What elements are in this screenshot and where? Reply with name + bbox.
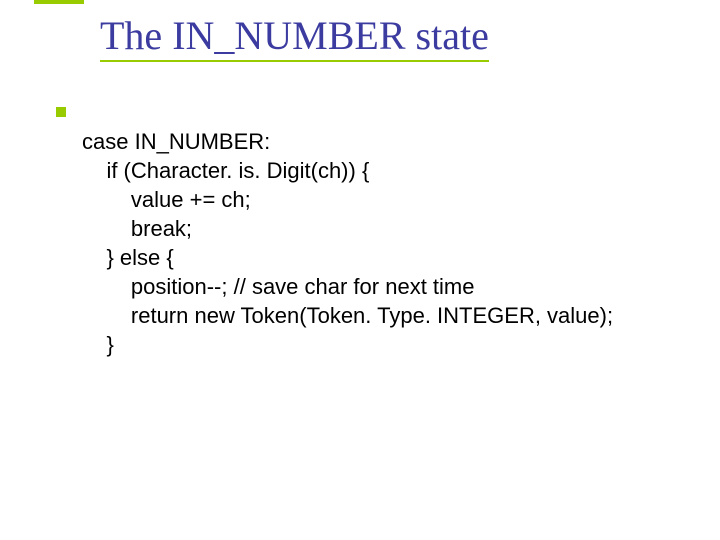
slide-body: case IN_NUMBER: if (Character. is. Digit… <box>56 98 690 388</box>
square-bullet-icon <box>56 107 66 117</box>
code-line: value += ch; <box>82 187 251 212</box>
code-line: } <box>82 332 114 357</box>
code-line: if (Character. is. Digit(ch)) { <box>82 158 369 183</box>
slide: The IN_NUMBER state case IN_NUMBER: if (… <box>0 0 720 540</box>
accent-line <box>34 0 84 4</box>
code-line: break; <box>82 216 192 241</box>
slide-title: The IN_NUMBER state <box>100 13 489 62</box>
code-line: return new Token(Token. Type. INTEGER, v… <box>82 303 613 328</box>
code-line: case IN_NUMBER: <box>82 129 270 154</box>
code-line: position--; // save char for next time <box>82 274 474 299</box>
code-line: } else { <box>82 245 174 270</box>
code-block: case IN_NUMBER: if (Character. is. Digit… <box>82 98 613 388</box>
bullet-item: case IN_NUMBER: if (Character. is. Digit… <box>56 98 690 388</box>
title-wrap: The IN_NUMBER state <box>100 12 700 59</box>
